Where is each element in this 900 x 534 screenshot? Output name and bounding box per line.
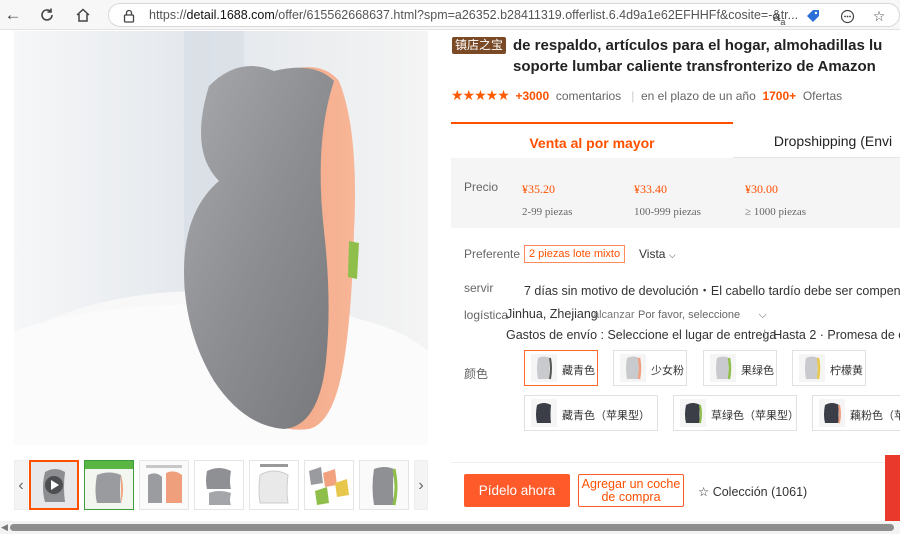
thumbnail-video[interactable] (29, 460, 79, 510)
favorite-star-icon[interactable]: ☆ (869, 7, 889, 25)
thumbnail-5[interactable] (249, 460, 299, 510)
vista-dropdown[interactable]: Vista ⌵ (639, 247, 676, 261)
tab-dropshipping[interactable]: Dropshipping (Envi (733, 122, 900, 158)
address-bar[interactable]: https://detail.1688.com/offer/6155626686… (108, 3, 900, 27)
scroll-left-icon[interactable]: ◀ (1, 522, 8, 533)
scrollbar-thumb[interactable] (10, 524, 894, 531)
thumbnail-7[interactable] (359, 460, 409, 510)
collection-button[interactable]: ☆ Colección (1061) (698, 484, 807, 499)
color-option-lotuspink-apple[interactable]: 藕粉色（苹 (812, 395, 900, 431)
purchase-mode-tabs: Venta al por mayor Dropshipping (Envi (451, 122, 900, 158)
side-widget[interactable] (885, 455, 900, 521)
extensions-icon[interactable] (837, 7, 857, 25)
thumbnail-2[interactable] (84, 460, 134, 510)
offers-label: Ofertas (802, 89, 843, 103)
shipping-cost-text: Gastos de envío : Seleccione el lugar de… (506, 328, 777, 342)
star-outline-icon: ☆ (698, 485, 710, 499)
color-option-grassgreen-apple[interactable]: 草绿色（苹果型） (673, 395, 799, 431)
destination-select[interactable]: Por favor, seleccione ⌵ (638, 309, 767, 322)
price-box: Precio ¥35.20 2-99 piezas ¥33.40 100-999… (451, 158, 900, 228)
horizontal-scrollbar[interactable]: ◀ (0, 521, 900, 534)
mixed-lot-pill[interactable]: 2 piezas lote mixto (524, 245, 626, 263)
chevron-down-icon: ⌵ (668, 250, 676, 260)
shop-badge: 镇店之宝 (452, 37, 507, 54)
service-text: 7 días sin motivo de devolución・El cabel… (524, 284, 900, 298)
logistics-origin: Jinhua, Zhejiang (506, 307, 598, 321)
offers-count: 1700+ (762, 89, 797, 103)
comments-label[interactable]: comentarios (556, 89, 621, 103)
product-title: de respaldo, artículos para el hogar, al… (513, 37, 883, 75)
price-tier-2: ¥33.40 100-999 piezas (634, 182, 701, 218)
comments-count[interactable]: +3000 (515, 89, 549, 103)
preferred-label: Preferente (464, 247, 521, 261)
add-to-cart-button[interactable]: Agregar un coche de compra (578, 474, 684, 507)
tag-icon[interactable] (803, 7, 823, 25)
color-option-navy-apple[interactable]: 藏青色（苹果型） (524, 395, 658, 431)
order-now-button[interactable]: Pídelo ahora (464, 474, 570, 507)
chevron-down-icon: ⌵ (758, 309, 767, 321)
url-text[interactable]: https://detail.1688.com/offer/6155626686… (149, 8, 798, 22)
price-label: Precio (464, 180, 499, 194)
thumbnail-6[interactable] (304, 460, 354, 510)
translate-icon[interactable]: aa (769, 7, 789, 27)
logistics-label: logística (464, 308, 509, 322)
chevron-right-icon[interactable]: › (414, 460, 428, 510)
product-main-image[interactable] (14, 31, 428, 445)
reach-label: alcanzar (593, 309, 635, 321)
back-arrow-icon[interactable]: ← (2, 4, 24, 26)
color-option-green[interactable]: 果绿色 (703, 350, 777, 386)
color-option-pink[interactable]: 少女粉 (613, 350, 687, 386)
service-label: servir (464, 281, 494, 295)
color-option-yellow[interactable]: 柠檬黄 (792, 350, 866, 386)
rating-stars-icon: ★★★★★ (451, 87, 510, 103)
chevron-left-icon[interactable]: ‹ (14, 460, 28, 510)
thumbnail-strip: ‹ › (14, 458, 428, 512)
home-icon[interactable] (72, 4, 94, 26)
color-label: 颜色 (464, 367, 489, 381)
thumbnail-3[interactable] (139, 460, 189, 510)
period-label: en el plazo de un año (641, 89, 756, 103)
lock-icon[interactable] (119, 7, 139, 25)
price-tier-3: ¥30.00 ≥ 1000 piezas (745, 182, 807, 218)
color-option-navy[interactable]: 藏青色 (524, 350, 598, 386)
delivery-promise: | Hasta 2 · Promesa de envi (763, 328, 900, 342)
tab-wholesale[interactable]: Venta al por mayor (451, 122, 733, 158)
thumbnail-4[interactable] (194, 460, 244, 510)
rating-row: ★★★★★ +3000 comentarios | en el plazo de… (451, 87, 843, 103)
browser-toolbar: ← https://detail.1688.com/offer/61556266… (0, 0, 900, 30)
price-tier-1: ¥35.20 2-99 piezas (522, 182, 573, 218)
reload-icon[interactable] (36, 4, 58, 26)
